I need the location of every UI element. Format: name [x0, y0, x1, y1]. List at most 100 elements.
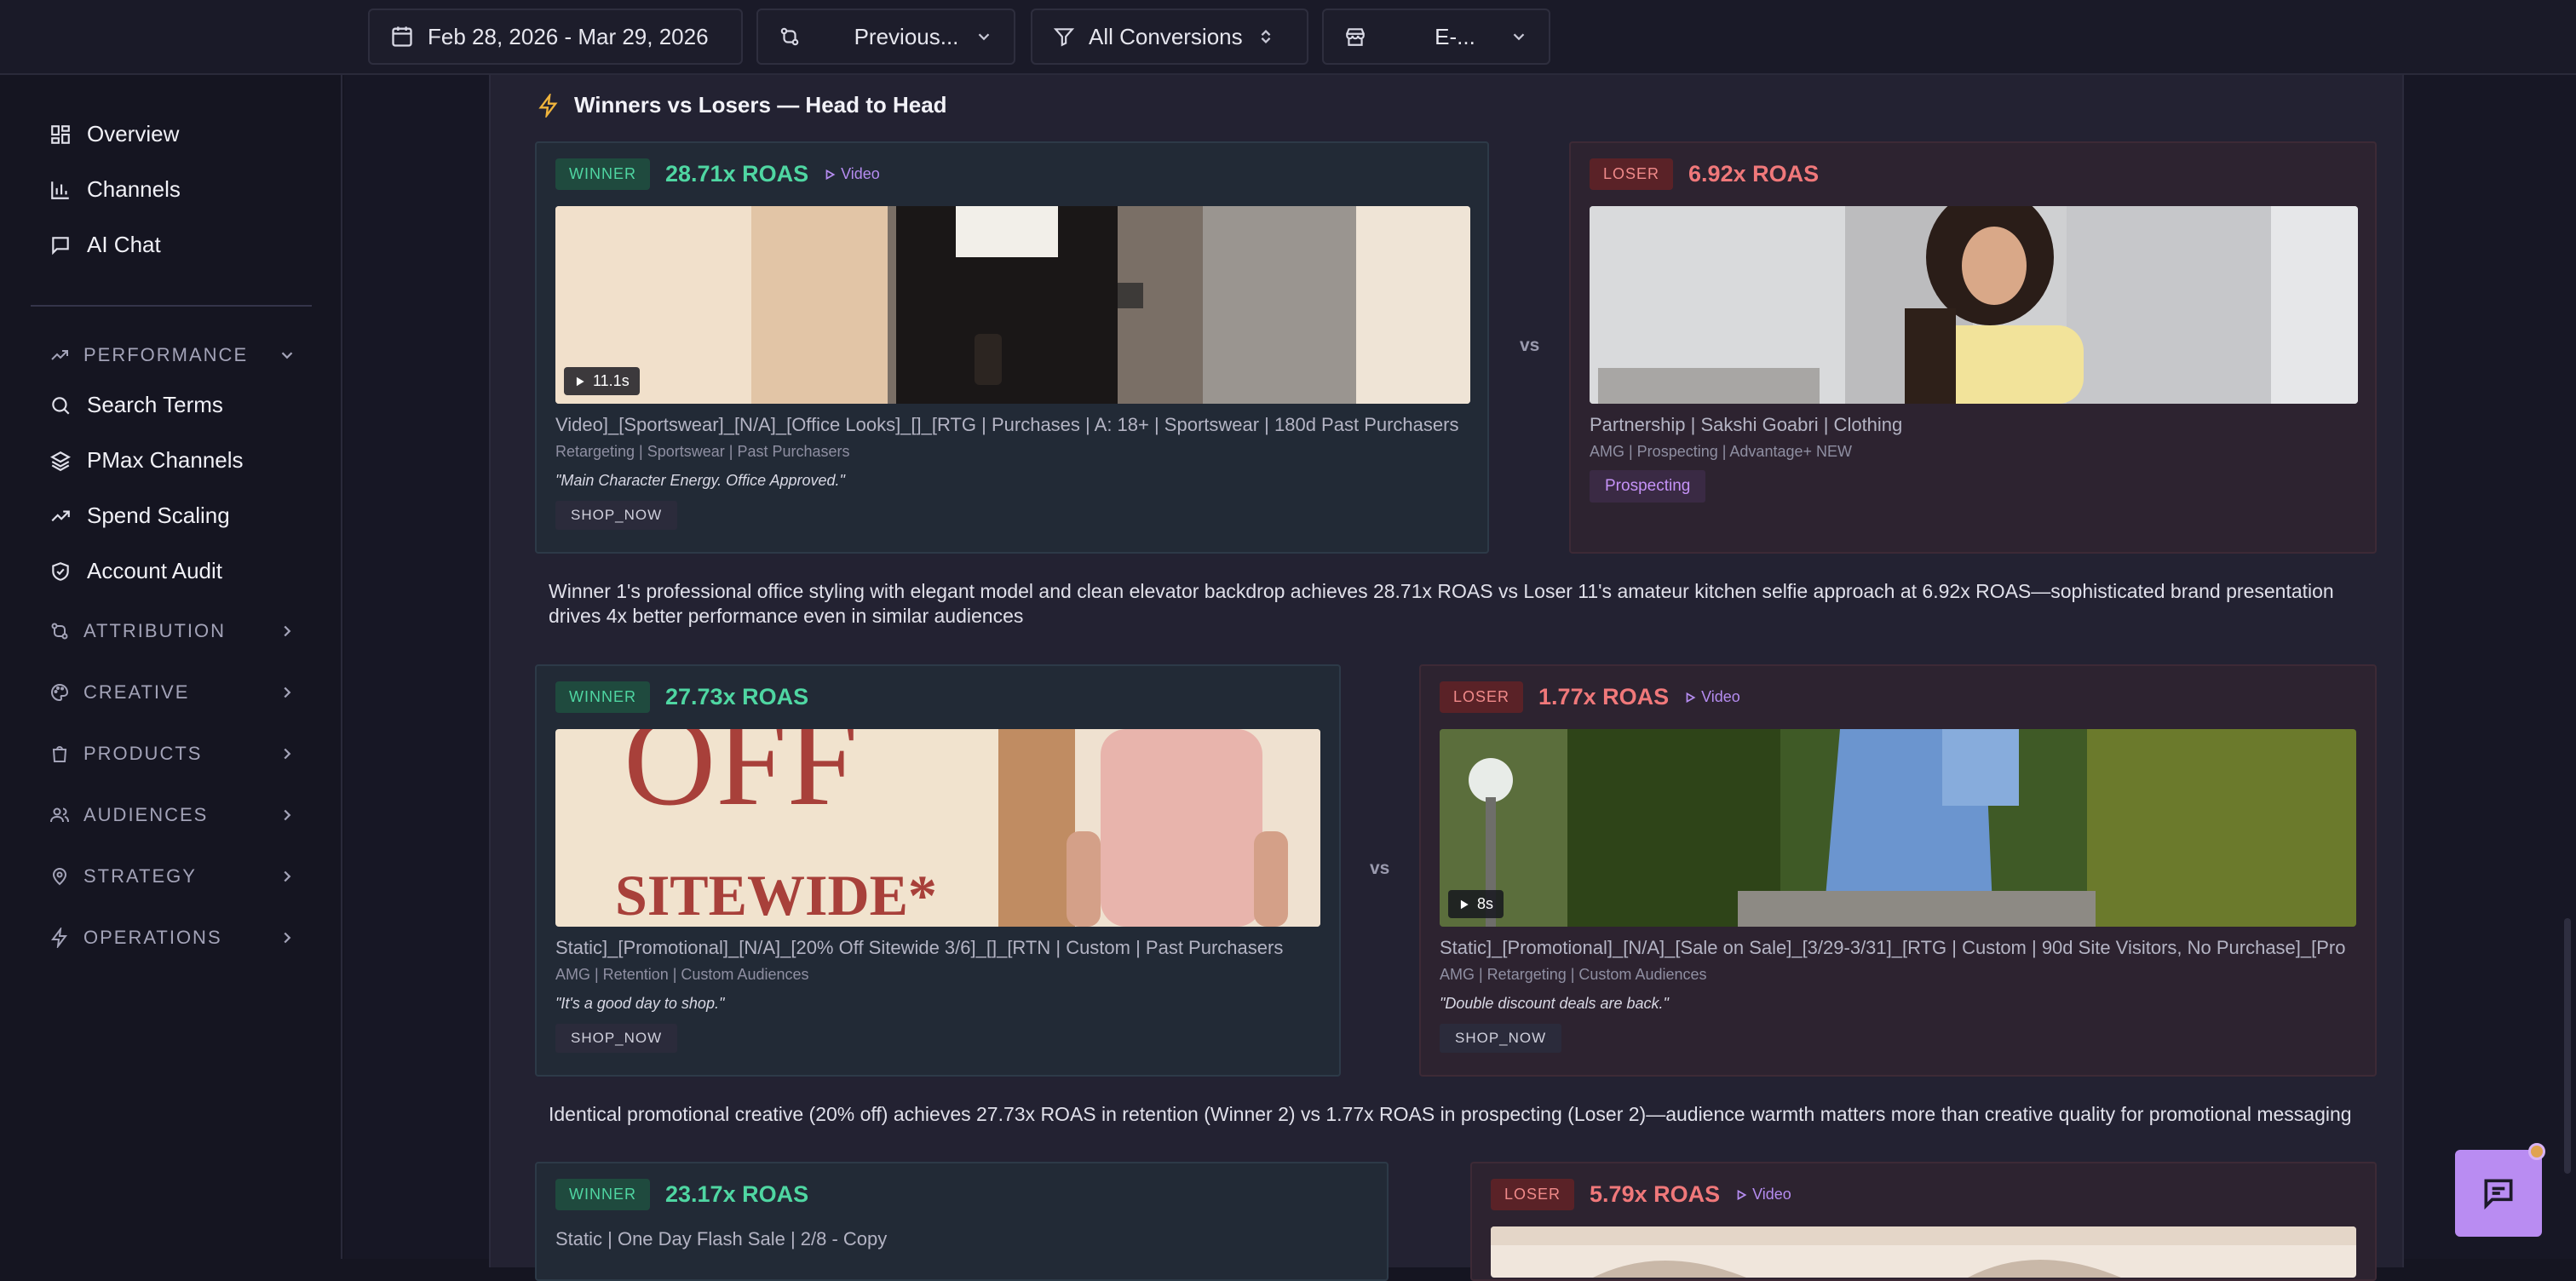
sidebar-section-strategy[interactable]: STRATEGY: [49, 865, 296, 888]
play-icon: [576, 376, 584, 386]
sidebar-item-label: Account Audit: [87, 558, 222, 583]
card-header: LOSER 6.92x ROAS: [1590, 158, 1819, 190]
winner-card[interactable]: WINNER 23.17x ROAS Static | One Day Flas…: [535, 1162, 1389, 1281]
sidebar-item-pmax-channels[interactable]: PMax Channels: [49, 447, 244, 474]
format-label: Video: [1684, 688, 1740, 706]
message-icon: [52, 236, 69, 255]
sidebar-item-account-audit[interactable]: Account Audit: [49, 558, 222, 584]
card-header: WINNER 28.71x ROAS Video: [555, 158, 880, 190]
shield-check-icon: [52, 561, 69, 581]
sidebar-item-channels[interactable]: Channels: [49, 176, 181, 203]
roas-value: 28.71x ROAS: [665, 161, 809, 187]
winner-card[interactable]: WINNER 28.71x ROAS Video 11.1s Video]_[S…: [535, 141, 1489, 554]
loser-card[interactable]: LOSER 5.79x ROAS Video: [1470, 1162, 2377, 1281]
trend-up-icon: [51, 510, 70, 521]
section-label: STRATEGY: [83, 865, 197, 887]
audience-tag: Prospecting: [1590, 470, 1706, 503]
video-duration: 8s: [1448, 890, 1504, 918]
section-title-text: Winners vs Losers — Head to Head: [574, 92, 947, 118]
sidebar-section-products[interactable]: PRODUCTS: [49, 743, 296, 765]
chevron-right-icon: [284, 748, 291, 760]
sidebar-item-spend-scaling[interactable]: Spend Scaling: [49, 503, 230, 529]
format-text: Video: [1752, 1186, 1791, 1203]
top-filter-bar: Feb 28, 2026 - Mar 29, 2026 Previous... …: [0, 0, 2576, 75]
sidebar-section-attribution[interactable]: ATTRIBUTION: [49, 620, 296, 642]
roas-value: 27.73x ROAS: [665, 684, 809, 709]
sidebar-section-creative[interactable]: CREATIVE: [49, 681, 296, 704]
chat-button[interactable]: [2455, 1150, 2542, 1237]
section-label: AUDIENCES: [83, 804, 209, 825]
store-select[interactable]: E-...: [1322, 9, 1550, 65]
scrollbar-thumb[interactable]: [2564, 918, 2571, 1174]
play-outline-icon: [1737, 1189, 1747, 1200]
cta-label: SHOP_NOW: [555, 501, 678, 530]
creative-headline: "Double discount deals are back.": [1440, 995, 1669, 1012]
map-pin-icon: [52, 868, 67, 886]
creative-thumbnail[interactable]: 11.1s: [555, 206, 1470, 404]
store-icon: [1346, 28, 1365, 46]
filter-icon: [1053, 28, 1075, 47]
play-outline-icon: [825, 169, 836, 180]
section-title: Winners vs Losers — Head to Head: [537, 92, 947, 118]
sidebar-item-label: PMax Channels: [87, 447, 244, 473]
format-text: Video: [841, 165, 880, 182]
section-label: ATTRIBUTION: [83, 620, 227, 641]
date-range-label: Feb 28, 2026 - Mar 29, 2026: [428, 23, 709, 49]
zap-icon: [538, 93, 558, 118]
chevron-down-icon: [281, 352, 293, 359]
creative-thumbnail[interactable]: 8s: [1440, 729, 2356, 927]
sidebar-section-audiences[interactable]: AUDIENCES: [49, 804, 296, 826]
sidebar-section-performance[interactable]: PERFORMANCE: [49, 344, 296, 366]
sidebar-item-label: AI Chat: [87, 232, 161, 257]
creative-thumbnail[interactable]: OFF SITEWIDE*: [555, 729, 1320, 927]
compare-period-label: Previous...: [854, 23, 959, 49]
chevron-right-icon: [284, 870, 291, 882]
chevron-right-icon: [284, 625, 291, 637]
sidebar-item-search-terms[interactable]: Search Terms: [49, 392, 223, 418]
creative-name: Video]_[Sportswear]_[N/A]_[Office Looks]…: [555, 414, 1459, 435]
creative-headline: "It's a good day to shop.": [555, 995, 725, 1012]
sidebar-item-overview[interactable]: Overview: [49, 121, 179, 147]
palette-icon: [51, 683, 69, 702]
loser-badge: LOSER: [1491, 1179, 1575, 1210]
section-label: OPERATIONS: [83, 927, 222, 948]
roas-value: 6.92x ROAS: [1688, 161, 1820, 187]
conversion-filter-select[interactable]: All Conversions: [1031, 9, 1308, 65]
chevron-down-icon: [1513, 33, 1525, 41]
chevron-right-icon: [284, 932, 291, 944]
git-compare-icon: [51, 623, 68, 640]
creative-headline: "Main Character Energy. Office Approved.…: [555, 472, 845, 489]
conversion-filter-label: All Conversions: [1089, 23, 1243, 49]
creative-thumbnail[interactable]: [1590, 206, 2358, 404]
creative-thumbnail[interactable]: [1491, 1226, 2356, 1278]
roas-value: 23.17x ROAS: [665, 1181, 809, 1207]
sidebar-item-ai-chat[interactable]: AI Chat: [49, 232, 161, 258]
layers-icon: [50, 451, 71, 471]
compare-period-select[interactable]: Previous...: [756, 9, 1015, 65]
creative-image: [1491, 1226, 2356, 1278]
winner-badge: WINNER: [555, 681, 650, 713]
loser-card[interactable]: LOSER 6.92x ROAS Partnership | Sakshi Go…: [1569, 141, 2377, 554]
chevron-right-icon: [284, 686, 291, 698]
winner-badge: WINNER: [555, 158, 650, 190]
card-header: LOSER 1.77x ROAS Video: [1440, 681, 1740, 713]
cta-label: SHOP_NOW: [555, 1024, 678, 1053]
sidebar-item-label: Channels: [87, 176, 181, 202]
creative-image: [555, 206, 1470, 404]
main-content: Winners vs Losers — Head to Head WINNER …: [344, 75, 2576, 1281]
store-label: E-...: [1435, 23, 1475, 49]
loser-badge: LOSER: [1440, 681, 1524, 713]
winner-card[interactable]: WINNER 27.73x ROAS OFF SITEWIDE* Static]…: [535, 664, 1341, 1077]
loser-card[interactable]: LOSER 1.77x ROAS Video 8s Static]_[Promo…: [1419, 664, 2377, 1077]
duration-text: 8s: [1477, 895, 1494, 912]
sidebar-section-operations[interactable]: OPERATIONS: [49, 927, 296, 949]
date-range-picker[interactable]: Feb 28, 2026 - Mar 29, 2026: [368, 9, 743, 65]
notification-dot: [2528, 1143, 2545, 1160]
trend-up-icon: [51, 350, 68, 360]
creative-meta: Retargeting | Sportswear | Past Purchase…: [555, 443, 850, 460]
vs-label: vs: [1370, 859, 1390, 878]
grid-icon: [51, 124, 70, 144]
card-header: WINNER 23.17x ROAS: [555, 1179, 808, 1210]
cta-label: SHOP_NOW: [1440, 1024, 1562, 1053]
roas-value: 5.79x ROAS: [1590, 1181, 1721, 1207]
